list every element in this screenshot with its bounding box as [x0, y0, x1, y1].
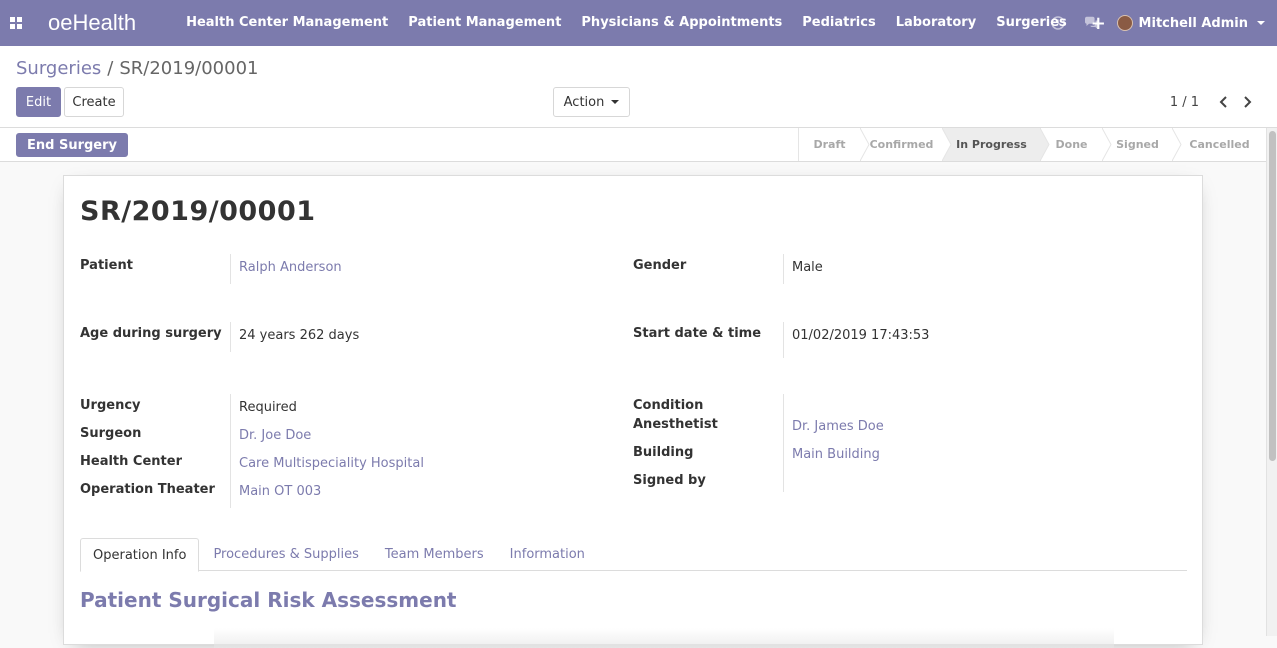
- form-statusbar: End Surgery Draft Confirmed In Progress …: [0, 128, 1266, 162]
- age-during-surgery-label: Age during surgery: [80, 326, 222, 341]
- stage-chevron-icon: [1102, 128, 1112, 161]
- stage-chevron-icon: [942, 128, 952, 161]
- stage-label: Done: [1055, 138, 1088, 151]
- tab-team-members[interactable]: Team Members: [373, 538, 496, 571]
- activity-clock-icon[interactable]: [1041, 16, 1075, 30]
- menu-health-center-management[interactable]: Health Center Management: [176, 0, 398, 46]
- stage-label: Cancelled: [1189, 138, 1250, 151]
- stage-chevron-icon: [1040, 128, 1050, 161]
- breadcrumb-separator: /: [107, 58, 114, 79]
- anesthetist-label: Anesthetist: [633, 417, 718, 432]
- stage-label: Confirmed: [869, 138, 934, 151]
- control-panel: Surgeries / SR/2019/00001 Edit Create Acti…: [0, 46, 1277, 128]
- vertical-scrollbar[interactable]: [1266, 128, 1277, 636]
- stage-label: In Progress: [956, 138, 1027, 151]
- user-avatar[interactable]: [1116, 15, 1133, 31]
- patient-label: Patient: [80, 258, 133, 273]
- stage-chevron-icon: [860, 128, 870, 161]
- tab-information[interactable]: Information: [498, 538, 597, 571]
- edit-button[interactable]: Edit: [16, 87, 61, 117]
- field-divider: [783, 394, 784, 492]
- surgeon-link[interactable]: Dr. Joe Doe: [239, 428, 311, 443]
- chevron-down-icon: [611, 100, 620, 104]
- pager-next-icon[interactable]: [1235, 92, 1259, 112]
- tab-operation-info[interactable]: Operation Info: [80, 538, 200, 572]
- top-navbar: oeHealth Health Center Management Patien…: [0, 0, 1277, 46]
- operation-theater-link[interactable]: Main OT 003: [239, 484, 321, 499]
- field-divider: [230, 254, 231, 284]
- urgency-label: Urgency: [80, 398, 141, 413]
- navbar-systray: Mitchell Admin: [1041, 0, 1265, 46]
- field-divider: [783, 254, 784, 284]
- record-title: SR/2019/00001: [80, 196, 316, 227]
- urgency-value[interactable]: Required: [239, 400, 297, 415]
- chevron-down-icon[interactable]: [1257, 21, 1265, 25]
- condition-label: Condition: [633, 398, 704, 413]
- breadcrumb: Surgeries / SR/2019/00001: [16, 58, 259, 79]
- stage-draft[interactable]: Draft: [798, 128, 870, 161]
- operation-theater-label: Operation Theater: [80, 482, 215, 497]
- anesthetist-link[interactable]: Dr. James Doe: [792, 419, 884, 434]
- pager: 1 / 1: [1170, 92, 1259, 112]
- menu-pediatrics[interactable]: Pediatrics: [792, 0, 885, 46]
- stage-signed[interactable]: Signed: [1102, 128, 1182, 161]
- health-center-link[interactable]: Care Multispeciality Hospital: [239, 456, 424, 471]
- end-surgery-button[interactable]: End Surgery: [16, 133, 129, 157]
- field-divider: [230, 394, 231, 508]
- surgeon-label: Surgeon: [80, 426, 142, 441]
- create-button[interactable]: Create: [64, 87, 124, 117]
- gender-label: Gender: [633, 258, 687, 273]
- patient-link[interactable]: Ralph Anderson: [239, 260, 342, 275]
- start-date-time-label: Start date & time: [633, 326, 762, 341]
- field-divider: [230, 322, 231, 352]
- action-dropdown-button[interactable]: Action: [553, 87, 630, 117]
- menu-patient-management[interactable]: Patient Management: [398, 0, 571, 46]
- stage-chevron-icon: [1172, 128, 1182, 161]
- section-title: Patient Surgical Risk Assessment: [80, 588, 457, 612]
- start-date-time-value: 01/02/2019 17:43:53: [792, 328, 930, 343]
- breadcrumb-current: SR/2019/00001: [119, 58, 259, 79]
- stage-label: Signed: [1116, 138, 1159, 151]
- brand-logo[interactable]: oeHealth: [48, 10, 136, 36]
- health-center-label: Health Center: [80, 454, 182, 469]
- field-divider: [783, 322, 784, 358]
- building-label: Building: [633, 445, 694, 460]
- main-menu: Health Center Management Patient Managem…: [176, 0, 1077, 46]
- apps-grid-icon[interactable]: [0, 0, 32, 46]
- gender-value: Male: [792, 260, 823, 275]
- building-link[interactable]: Main Building: [792, 447, 880, 462]
- age-during-surgery-value: 24 years 262 days: [239, 328, 360, 343]
- pager-counter[interactable]: 1 / 1: [1170, 95, 1199, 110]
- breadcrumb-parent-link[interactable]: Surgeries: [16, 58, 101, 79]
- scrollbar-thumb[interactable]: [1269, 131, 1276, 461]
- menu-laboratory[interactable]: Laboratory: [886, 0, 987, 46]
- notebook-tabs: Operation Info Procedures & Supplies Tea…: [80, 538, 1187, 572]
- messages-chat-icon[interactable]: [1075, 16, 1109, 30]
- tab-procedures-supplies[interactable]: Procedures & Supplies: [201, 538, 370, 571]
- action-label: Action: [563, 94, 605, 110]
- stage-in-progress[interactable]: In Progress: [942, 128, 1050, 161]
- stage-cancelled[interactable]: Cancelled: [1172, 128, 1266, 161]
- bottom-fade: [214, 628, 1114, 648]
- signed-by-label: Signed by: [633, 473, 706, 488]
- status-stages: Draft Confirmed In Progress Done Signed …: [798, 128, 1266, 161]
- user-menu-name[interactable]: Mitchell Admin: [1139, 16, 1248, 31]
- menu-physicians-appointments[interactable]: Physicians & Appointments: [571, 0, 792, 46]
- stage-confirmed[interactable]: Confirmed: [860, 128, 952, 161]
- stage-label: Draft: [813, 138, 846, 151]
- pager-previous-icon[interactable]: [1211, 92, 1235, 112]
- form-sheet: SR/2019/00001 Patient Ralph Anderson Age…: [63, 175, 1203, 648]
